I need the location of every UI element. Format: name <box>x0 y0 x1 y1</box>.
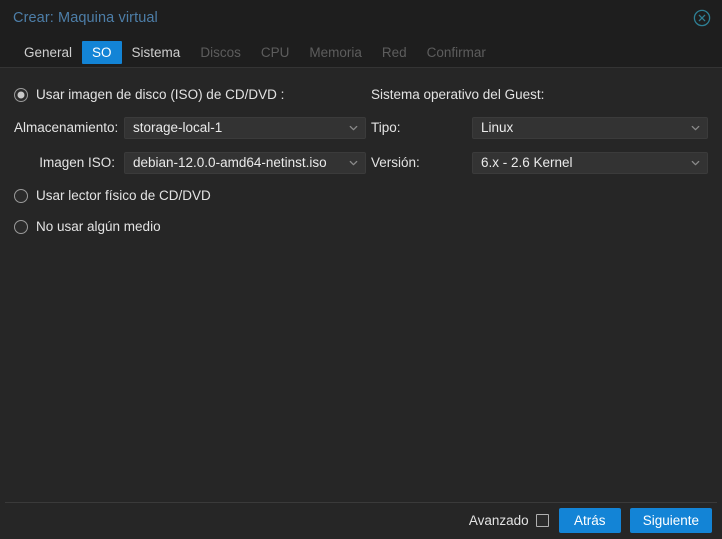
advanced-label: Avanzado <box>468 512 529 528</box>
dialog-footer: Avanzado Atrás Siguiente <box>0 502 722 539</box>
radio-no-media-label: No usar algún medio <box>36 219 161 234</box>
chevron-down-icon <box>691 123 700 132</box>
chevron-down-icon <box>691 158 700 167</box>
storage-select-value: storage-local-1 <box>133 119 223 135</box>
radio-option-physical-drive[interactable]: Usar lector físico de CD/DVD <box>14 183 366 209</box>
iso-image-row: Imagen ISO: debian-12.0.0-amd64-netinst.… <box>14 148 366 177</box>
guest-os-section-title: Sistema operativo del Guest: <box>371 87 545 102</box>
next-button[interactable]: Siguiente <box>629 508 712 533</box>
guest-version-label: Versión: <box>371 154 420 170</box>
guest-type-select[interactable]: Linux <box>472 116 708 139</box>
media-column: Usar imagen de disco (ISO) de CD/DVD : A… <box>14 82 366 502</box>
tab-cpu: CPU <box>260 44 290 60</box>
tab-discos: Discos <box>200 44 241 60</box>
radio-no-media[interactable] <box>14 220 28 234</box>
guest-type-label: Tipo: <box>371 119 401 135</box>
chevron-down-icon <box>349 158 358 167</box>
dialog-title: Crear: Maquina virtual <box>13 9 158 26</box>
guest-version-select[interactable]: 6.x - 2.6 Kernel <box>472 151 708 174</box>
iso-image-select[interactable]: debian-12.0.0-amd64-netinst.iso <box>124 151 366 174</box>
guest-version-row: Versión: 6.x - 2.6 Kernel <box>371 148 708 177</box>
radio-option-use-iso[interactable]: Usar imagen de disco (ISO) de CD/DVD : <box>14 82 366 108</box>
dialog-titlebar: Crear: Maquina virtual <box>0 0 722 36</box>
radio-option-no-media[interactable]: No usar algún medio <box>14 214 366 240</box>
storage-row: Almacenamiento: storage-local-1 <box>14 113 366 142</box>
tab-bar: General SO Sistema Discos CPU Memoria Re… <box>0 36 722 68</box>
guest-type-row: Tipo: Linux <box>371 113 708 142</box>
guest-type-select-value: Linux <box>481 119 514 135</box>
radio-physical-drive[interactable] <box>14 189 28 203</box>
guest-os-column: Sistema operativo del Guest: Tipo: Linux… <box>366 82 708 502</box>
radio-use-iso[interactable] <box>14 88 28 102</box>
close-button[interactable] <box>690 6 714 30</box>
storage-select[interactable]: storage-local-1 <box>124 116 366 139</box>
iso-image-select-value: debian-12.0.0-amd64-netinst.iso <box>133 154 327 170</box>
chevron-down-icon <box>349 123 358 132</box>
create-vm-dialog: Crear: Maquina virtual General SO Sistem… <box>0 0 722 539</box>
dialog-body: Usar imagen de disco (ISO) de CD/DVD : A… <box>0 68 722 502</box>
tab-confirmar: Confirmar <box>426 44 486 60</box>
tab-red: Red <box>381 44 407 60</box>
radio-use-iso-label: Usar imagen de disco (ISO) de CD/DVD : <box>36 87 285 102</box>
tab-sistema[interactable]: Sistema <box>122 41 191 64</box>
tab-memoria: Memoria <box>309 44 362 60</box>
iso-image-label: Imagen ISO: <box>39 154 115 170</box>
back-button[interactable]: Atrás <box>558 508 621 533</box>
tab-general[interactable]: General <box>14 41 82 64</box>
storage-label: Almacenamiento: <box>14 119 119 135</box>
advanced-toggle[interactable]: Avanzado <box>469 513 549 529</box>
close-circle-icon <box>693 9 711 27</box>
tab-so[interactable]: SO <box>82 40 122 64</box>
guest-version-select-value: 6.x - 2.6 Kernel <box>481 154 573 170</box>
advanced-checkbox[interactable] <box>535 514 549 527</box>
radio-physical-drive-label: Usar lector físico de CD/DVD <box>36 188 211 203</box>
